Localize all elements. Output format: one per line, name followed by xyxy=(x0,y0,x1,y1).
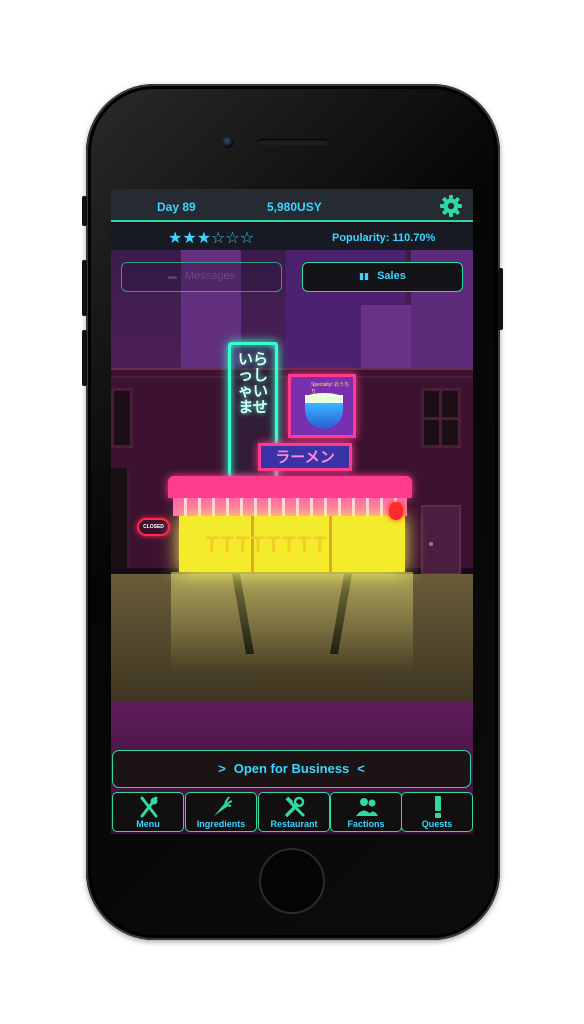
red-lantern xyxy=(389,502,403,520)
tab-label: Ingredients xyxy=(196,819,246,829)
ramen-neon-sign: ラーメン xyxy=(258,443,352,471)
home-button[interactable] xyxy=(259,848,325,914)
welcome-sign-text: いらっしゃいませ xyxy=(238,350,269,416)
window-left xyxy=(111,388,133,448)
tab-ingredients[interactable]: Ingredients xyxy=(185,792,257,832)
tools-icon xyxy=(285,796,305,817)
bottom-tab-bar: Menu Ingredients Restaurant Factions Que… xyxy=(111,792,473,834)
tab-factions[interactable]: Factions xyxy=(330,792,402,832)
chevron-left-icon: < xyxy=(357,761,365,776)
window-right xyxy=(421,388,461,448)
status-bar: ★★★☆☆☆ Popularity: 110.70% xyxy=(111,224,473,250)
bowl-broth xyxy=(305,393,343,403)
people-icon xyxy=(356,798,378,816)
top-bar: Day 89 5,980USY xyxy=(111,189,473,222)
chevron-right-icon: > xyxy=(218,761,226,776)
tab-label: Quests xyxy=(421,819,453,829)
ramen-shop-front[interactable]: TTTTTTTT xyxy=(179,516,405,572)
sales-label: Sales xyxy=(377,270,406,282)
tab-label: Factions xyxy=(347,819,385,829)
rating-stars: ★★★☆☆☆ xyxy=(168,228,254,248)
bar-chart-icon: ▮▮ xyxy=(359,271,370,281)
closed-neon-sign: CLOSED xyxy=(137,518,170,536)
messages-button[interactable]: ▬ Messages xyxy=(121,262,282,292)
earpiece-speaker xyxy=(258,139,328,145)
front-camera xyxy=(222,136,234,148)
rating-stars-empty: ☆☆☆ xyxy=(211,230,255,247)
rating-stars-filled: ★★★ xyxy=(168,230,212,247)
game-screen: Day 89 5,980USY ★★★☆☆☆ Popularity: 110.7… xyxy=(111,189,473,834)
power-button xyxy=(498,268,503,330)
carrot-icon xyxy=(214,796,233,816)
tab-restaurant[interactable]: Restaurant xyxy=(258,792,330,832)
side-door xyxy=(421,505,461,575)
tab-quests[interactable]: Quests xyxy=(401,792,473,832)
money-balance: 5,980USY xyxy=(267,200,322,214)
messages-label: Messages xyxy=(184,270,236,282)
restaurant-scene: ▬ Messages ▮▮ Sales いらっしゃいませ Specialty! おう… xyxy=(111,250,473,834)
shop-pattern: TTTTTTTT xyxy=(205,532,329,557)
message-icon: ▬ xyxy=(167,271,177,281)
tab-menu[interactable]: Menu xyxy=(112,792,184,832)
tab-label: Restaurant xyxy=(270,819,318,829)
wall-trim xyxy=(111,368,473,370)
tab-label: Menu xyxy=(136,819,160,829)
sales-button[interactable]: ▮▮ Sales xyxy=(302,262,463,292)
shop-light-glow xyxy=(171,572,413,672)
side-rack xyxy=(111,468,129,568)
exclamation-icon xyxy=(435,796,441,818)
shop-roof xyxy=(168,476,412,498)
open-button-label: Open for Business xyxy=(233,761,350,776)
silent-switch xyxy=(82,196,87,226)
day-counter: Day 89 xyxy=(157,200,196,214)
popularity-readout: Popularity: 110.70% xyxy=(332,232,436,244)
specialty-poster: Specialty! おうちり xyxy=(288,374,356,438)
gear-icon[interactable] xyxy=(439,194,463,218)
open-for-business-button[interactable]: > Open for Business < xyxy=(112,750,471,788)
shop-awning xyxy=(173,498,407,516)
fork-knife-icon xyxy=(140,796,158,818)
volume-up-button xyxy=(82,260,87,316)
volume-down-button xyxy=(82,330,87,386)
